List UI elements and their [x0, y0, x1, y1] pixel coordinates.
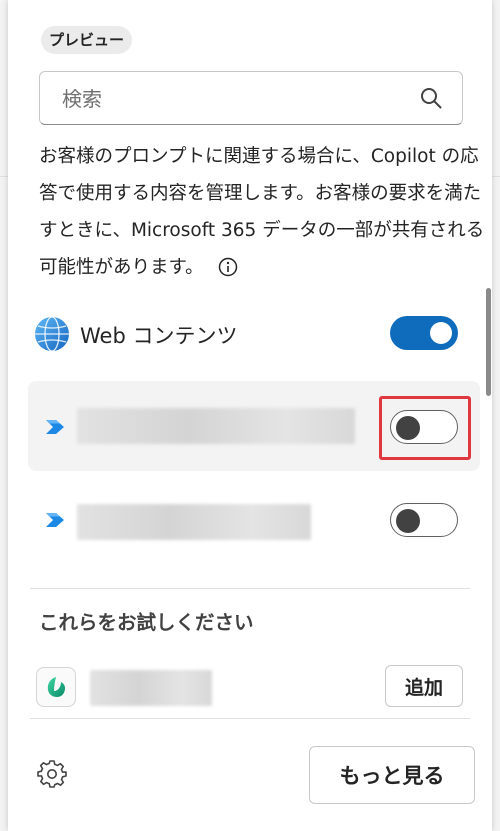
web-content-label: Web コンテンツ [80, 324, 238, 348]
copilot-sources-panel: プレビュー お客様のプロンプトに関連する場合に、Copilot の応答で使用する… [8, 0, 492, 831]
redacted-connector-name [77, 504, 311, 540]
connector-toggle-2[interactable] [390, 503, 458, 537]
globe-icon [35, 316, 69, 352]
description: お客様のプロンプトに関連する場合に、Copilot の応答で使用する内容を管理し… [39, 138, 489, 286]
gear-icon[interactable] [37, 759, 67, 789]
add-button[interactable]: 追加 [385, 665, 463, 707]
search-icon[interactable] [420, 87, 442, 109]
preview-badge: プレビュー [41, 26, 133, 54]
section-divider [30, 588, 470, 589]
redacted-agent-name [90, 670, 212, 706]
web-content-toggle[interactable] [390, 316, 458, 350]
highlight-box [379, 396, 471, 460]
redacted-connector-name [77, 408, 355, 444]
toggle-knob [396, 508, 420, 533]
see-more-button[interactable]: もっと見る [309, 746, 475, 804]
description-text: お客様のプロンプトに関連する場合に、Copilot の応答で使用する内容を管理し… [39, 146, 485, 278]
section-divider [30, 718, 470, 719]
background-divider [0, 176, 8, 177]
info-icon[interactable] [218, 257, 238, 277]
agent-icon-frame [36, 667, 76, 707]
connector-icon [46, 420, 64, 434]
suggestions-title: これらをお試しください [39, 611, 254, 634]
search-box[interactable] [39, 71, 463, 126]
agent-icon [47, 677, 65, 697]
connector-icon [46, 513, 64, 527]
toggle-knob [430, 322, 452, 344]
background-divider [492, 176, 500, 177]
search-input[interactable] [60, 72, 424, 126]
scrollbar-thumb[interactable] [486, 288, 491, 396]
